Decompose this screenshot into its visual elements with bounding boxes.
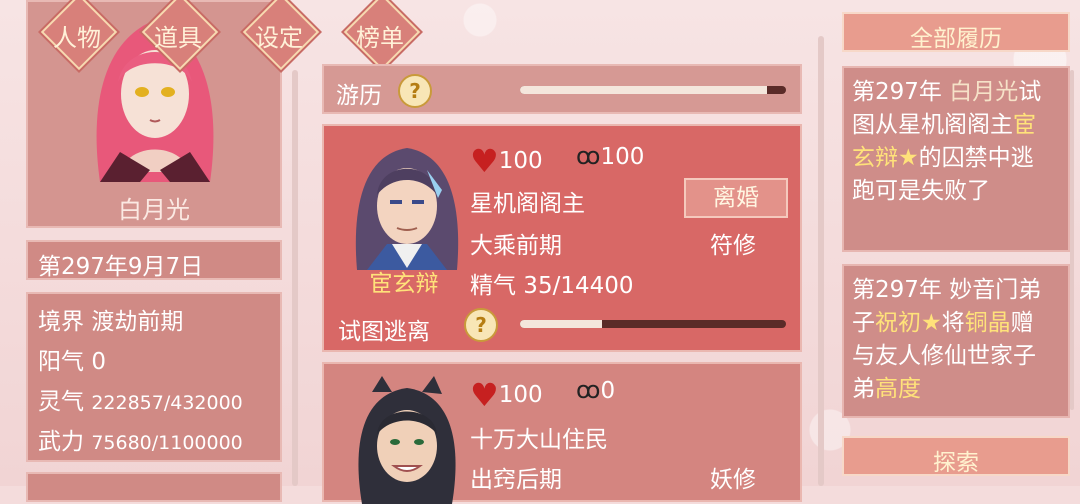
stat-label: 境界 <box>38 309 84 335</box>
npc-hp: ♥100 <box>470 142 543 180</box>
travel-progress <box>520 86 786 94</box>
bond-value: 0 <box>600 378 616 404</box>
tab-rankings[interactable]: 榜单 <box>339 0 421 74</box>
game-date: 第297年9月7日 <box>38 254 204 280</box>
npc-essence: 精气 35/14400 <box>470 273 634 299</box>
hp-value: 100 <box>498 382 543 408</box>
tab-character[interactable]: 人物 <box>36 0 118 74</box>
stat-label: 武力 <box>38 429 84 455</box>
history-scrollbar[interactable] <box>1070 70 1074 410</box>
tab-label: 榜单 <box>356 24 404 52</box>
tab-label: 人物 <box>53 24 101 52</box>
npc-name: 宦玄辩 <box>369 271 439 297</box>
stat-power: 武力 75680/1100000 <box>38 422 243 456</box>
divorce-button[interactable]: 离婚 <box>684 178 788 218</box>
explore-button[interactable]: 探索 <box>842 436 1070 476</box>
stat-realm: 境界 渡劫前期 <box>38 302 183 336</box>
travel-label: 游历 <box>336 83 382 109</box>
npc-title: 十万大山住民 <box>470 427 608 453</box>
entry-year: 第297年 <box>852 79 942 105</box>
npc-portrait <box>358 376 456 504</box>
entry-item: 铜晶 <box>964 310 1011 336</box>
stat-value: 222857/432000 <box>91 392 243 414</box>
npc-portrait <box>355 148 459 270</box>
stat-label: 阳气 <box>38 349 84 375</box>
stat-label: 灵气 <box>38 389 84 415</box>
tab-settings[interactable]: 设定 <box>238 0 320 74</box>
entry-name: 祝初 <box>875 310 921 336</box>
npc-bond: ꝏ0 <box>576 376 615 404</box>
history-title: 全部履历 <box>910 26 1002 52</box>
npc-bond: ꝏ100 <box>576 142 644 170</box>
stat-qi: 灵气 222857/432000 <box>38 382 243 416</box>
travel-progress-fill <box>520 86 768 94</box>
tab-label: 设定 <box>255 24 303 52</box>
handcuffs-icon: ꝏ <box>576 376 601 404</box>
tab-label: 道具 <box>154 24 202 52</box>
escape-label: 试图逃离 <box>338 319 430 345</box>
history-text: 第297年 白月光试图从星机阁阁主宦玄辩★的囚禁中逃跑可是失败了 <box>852 76 1052 208</box>
entry-text: 将 <box>941 310 965 336</box>
entry-year: 第297年 <box>852 277 942 303</box>
stats-panel: 境界 渡劫前期 阳气 0 灵气 222857/432000 武力 75680/1… <box>26 292 282 462</box>
npc-title: 星机阁阁主 <box>470 191 585 217</box>
npc-card[interactable]: ♥100 ꝏ0 十万大山住民 出窍后期 妖修 <box>322 362 802 504</box>
npc-class: 符修 <box>710 233 756 259</box>
stat-value: 75680/1100000 <box>91 432 243 454</box>
npc-realm: 出窍后期 <box>470 467 562 493</box>
star-icon: ★ <box>898 145 919 171</box>
bond-value: 100 <box>600 144 645 170</box>
entry-subject: 白月光 <box>949 79 1019 105</box>
stat-yang: 阳气 0 <box>38 342 106 376</box>
history-entry: 第297年 妙音门弟子祝初★将铜晶赠与友人修仙世家子弟高度 <box>842 264 1070 418</box>
explore-label: 探索 <box>933 450 979 476</box>
escape-progress-fill <box>520 320 603 328</box>
stats-panel-next <box>26 472 282 502</box>
escape-progress <box>520 320 786 328</box>
npc-realm: 大乘前期 <box>470 233 562 259</box>
star-icon: ★ <box>921 310 942 336</box>
hp-value: 100 <box>498 148 543 174</box>
middle-scrollbar[interactable] <box>818 36 824 486</box>
stat-value: 渡劫前期 <box>91 309 184 335</box>
npc-card[interactable]: 宦玄辩 ♥100 ꝏ100 星机阁阁主 离婚 大乘前期 符修 精气 35/144… <box>322 124 802 352</box>
entry-target: 高度 <box>875 376 921 402</box>
question-icon[interactable]: ? <box>398 74 432 108</box>
history-header[interactable]: 全部履历 <box>842 12 1070 52</box>
heart-icon: ♥ <box>470 142 499 180</box>
hero-name: 白月光 <box>118 196 190 224</box>
heart-icon: ♥ <box>470 376 499 414</box>
npc-class: 妖修 <box>710 467 756 493</box>
stat-value: 0 <box>91 349 106 375</box>
left-scrollbar[interactable] <box>292 70 298 486</box>
history-text: 第297年 妙音门弟子祝初★将铜晶赠与友人修仙世家子弟高度 <box>852 274 1052 406</box>
question-icon[interactable]: ? <box>464 308 498 342</box>
date-panel: 第297年9月7日 <box>26 240 282 280</box>
npc-hp: ♥100 <box>470 376 543 414</box>
handcuffs-icon: ꝏ <box>576 142 601 170</box>
travel-row: 游历 ? <box>322 64 802 114</box>
history-entry: 第297年 白月光试图从星机阁阁主宦玄辩★的囚禁中逃跑可是失败了 <box>842 66 1070 252</box>
tab-items[interactable]: 道具 <box>137 0 219 74</box>
